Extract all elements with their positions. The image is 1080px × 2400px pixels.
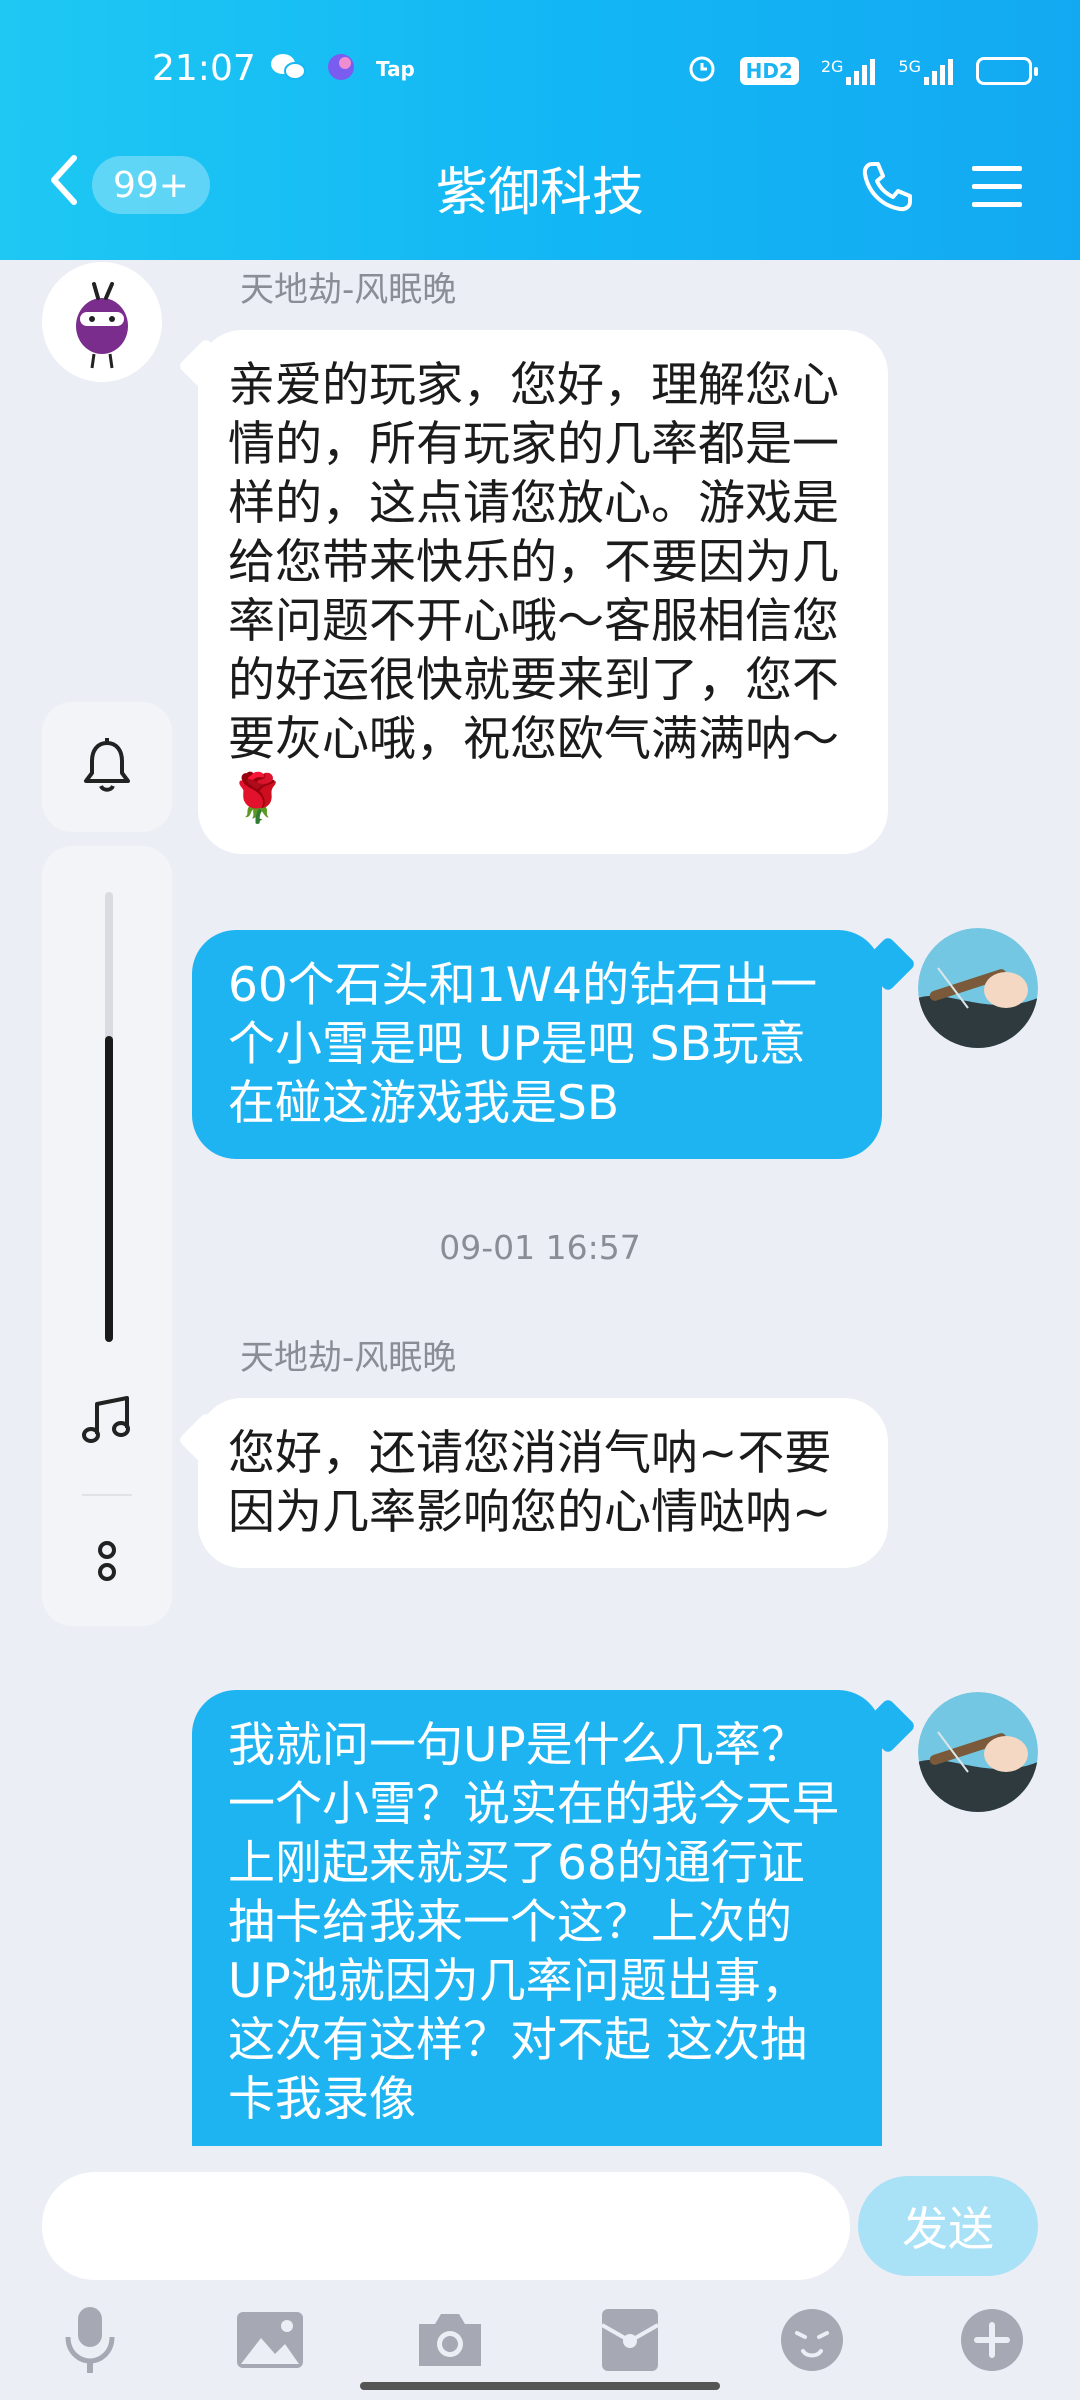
- volume-panel: [42, 846, 172, 1626]
- menu-icon[interactable]: [970, 160, 1024, 218]
- input-toolbar: [0, 2300, 1080, 2380]
- red-packet-icon[interactable]: [590, 2300, 670, 2380]
- phone-icon[interactable]: [860, 160, 914, 218]
- emoji-icon[interactable]: [772, 2300, 852, 2380]
- more-icon[interactable]: [94, 1538, 120, 1590]
- message-input[interactable]: [42, 2172, 850, 2280]
- message-bubble-outgoing[interactable]: 我就问一句UP是什么几率？一个小雪？说实在的我今天早上刚起来就买了68的通行证 …: [192, 1690, 882, 2146]
- battery-icon: [976, 57, 1038, 85]
- divider: [82, 1494, 132, 1496]
- status-left-icons: Tap: [270, 52, 415, 86]
- message-bubble-outgoing[interactable]: 60个石头和1W4的钻石出一个小雪是吧 UP是吧 SB玩意在碰这游戏我是SB: [192, 930, 882, 1159]
- send-button[interactable]: 发送: [858, 2176, 1038, 2276]
- plus-icon[interactable]: [952, 2300, 1032, 2380]
- avatar-self[interactable]: [918, 928, 1038, 1048]
- bell-icon: [81, 737, 133, 797]
- status-time: 21:07: [152, 48, 256, 89]
- signal-2g-icon: 2G: [821, 57, 877, 85]
- wechat-icon: [270, 52, 306, 86]
- camera-icon[interactable]: [410, 2300, 490, 2380]
- hd-icon: HD2: [739, 57, 799, 85]
- header-bar: 21:07 Tap HD2 2G 5G 99+ 紫御科技: [0, 0, 1080, 260]
- tap-icon: Tap: [376, 57, 415, 81]
- ring-mode-button[interactable]: [42, 702, 172, 832]
- avatar-support[interactable]: [42, 262, 162, 382]
- app-icon: [324, 52, 358, 86]
- message-bubble-incoming[interactable]: 亲爱的玩家，您好，理解您心情的，所有玩家的几率都是一样的，这点请您放心。游戏是给…: [198, 330, 888, 854]
- sender-name: 天地劫-风眠晚: [240, 270, 457, 310]
- chat-title: 紫御科技: [435, 163, 644, 223]
- microphone-icon[interactable]: [50, 2300, 130, 2380]
- sender-name: 天地劫-风眠晚: [240, 1338, 457, 1378]
- alarm-icon: [686, 52, 718, 90]
- signal-5g-icon: 5G: [898, 57, 954, 85]
- message-bubble-incoming[interactable]: 您好，还请您消消气呐~不要因为几率影响您的心情哒呐~: [198, 1398, 888, 1568]
- volume-level: [105, 1036, 113, 1342]
- clip-region: 我就问一句UP是什么几率？一个小雪？说实在的我今天早上刚起来就买了68的通行证 …: [0, 1690, 1080, 2146]
- music-note-icon[interactable]: [80, 1394, 134, 1452]
- image-icon[interactable]: [230, 2300, 310, 2380]
- home-indicator[interactable]: [360, 2382, 720, 2390]
- status-right-icons: HD2 2G 5G: [686, 52, 1038, 90]
